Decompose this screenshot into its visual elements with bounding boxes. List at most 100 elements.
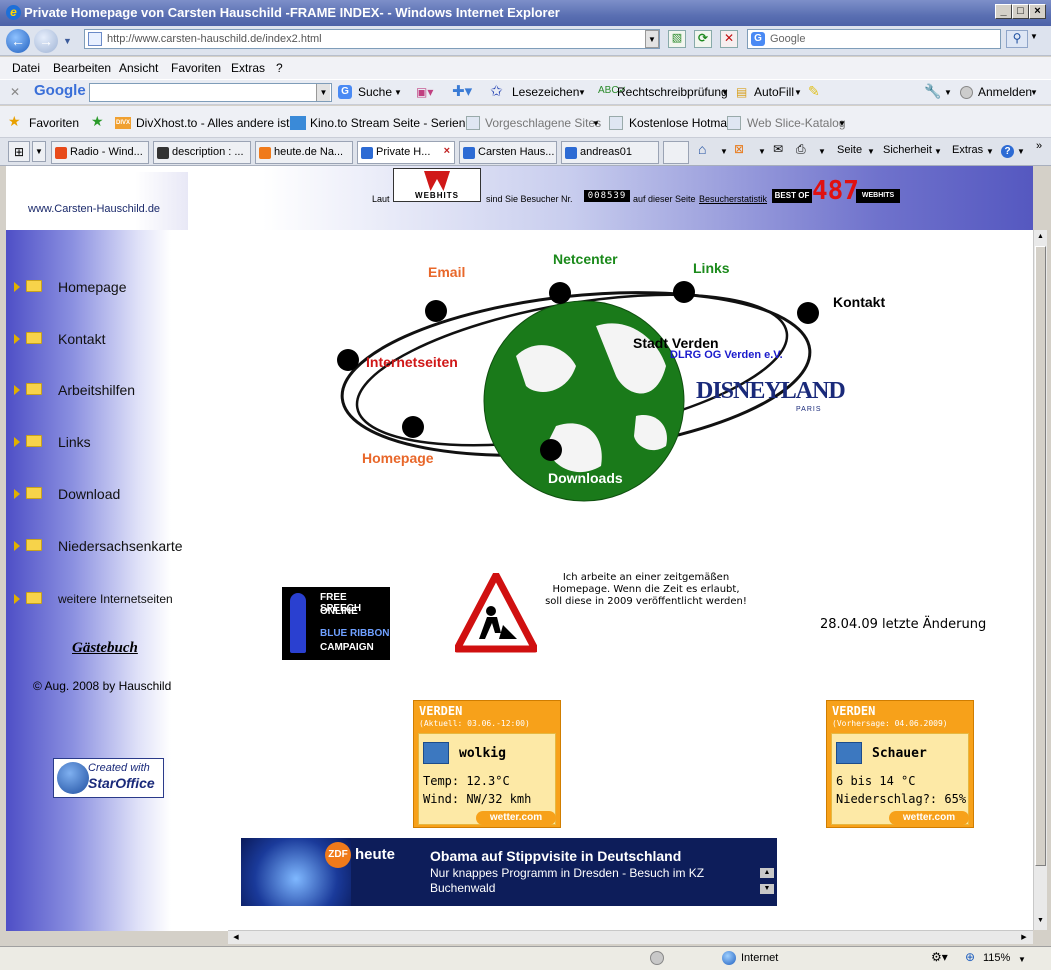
menu-datei[interactable]: Datei bbox=[12, 61, 40, 75]
new-tab-button[interactable] bbox=[663, 141, 689, 164]
autofill-dropdown-icon[interactable]: ▼ bbox=[794, 88, 802, 97]
scroll-up-icon[interactable]: ▲ bbox=[1035, 230, 1046, 244]
zoom-level[interactable]: 115% bbox=[983, 952, 1010, 964]
home-icon[interactable]: ⌂ bbox=[698, 141, 706, 157]
url-dropdown-icon[interactable]: ▼ bbox=[645, 30, 659, 48]
webhits-logo[interactable]: WEBHITS bbox=[393, 168, 481, 202]
weather-box-forecast[interactable]: VERDEN (Vorhersage: 04.06.2009) Schauer … bbox=[826, 700, 974, 828]
scroll-left-icon[interactable]: ◀ bbox=[230, 932, 242, 944]
stats-link[interactable]: Besucherstatistik bbox=[699, 194, 767, 204]
free-speech-banner[interactable]: FREE SPEECH ONLINE BLUE RIBBON CAMPAIGN bbox=[282, 587, 390, 660]
zdf-news-ticker[interactable]: ZDF heute Obama auf Stippvisite in Deuts… bbox=[241, 838, 777, 906]
menu-ansicht[interactable]: Ansicht bbox=[119, 61, 158, 75]
orbit-email-link[interactable]: Email bbox=[428, 264, 465, 280]
protected-mode-icon[interactable]: ⚙▾ bbox=[931, 950, 948, 964]
orbit-internetseiten-link[interactable]: Internetseiten bbox=[366, 354, 458, 370]
fav-suggested-sites[interactable]: Vorgeschlagene Sites bbox=[485, 116, 601, 130]
seite-menu[interactable]: Seite bbox=[837, 144, 862, 156]
nav-weitere-internetseiten[interactable]: weitere Internetseiten bbox=[14, 589, 214, 609]
minimize-button[interactable]: _ bbox=[995, 4, 1012, 19]
fav-hotmail[interactable]: Kostenlose Hotmail bbox=[629, 116, 732, 130]
orbit-dot-kontakt[interactable] bbox=[797, 302, 819, 324]
search-options-icon[interactable]: ▼ bbox=[1030, 32, 1038, 41]
lesezeichen-button[interactable]: Lesezeichen bbox=[512, 85, 579, 99]
weather-box-current[interactable]: VERDEN (Aktuell: 03.06.-12:00) wolkig Te… bbox=[413, 700, 561, 828]
help-icon[interactable]: ? bbox=[1001, 145, 1014, 158]
fav-web-slice[interactable]: Web Slice-Katalog bbox=[747, 116, 846, 130]
menu-extras[interactable]: Extras bbox=[231, 61, 265, 75]
orbit-links-link[interactable]: Links bbox=[693, 260, 730, 276]
google-suche-button[interactable]: Suche bbox=[358, 85, 392, 99]
tab-list-icon[interactable]: ▼ bbox=[32, 141, 46, 162]
menu-help[interactable]: ? bbox=[276, 61, 283, 75]
tab-heute[interactable]: heute.de Na... bbox=[255, 141, 353, 164]
web-slice-dropdown-icon[interactable]: ▼ bbox=[838, 119, 846, 128]
nav-niedersachsenkarte[interactable]: Niedersachsenkarte bbox=[14, 536, 214, 556]
best-of-badge[interactable]: BEST OF bbox=[772, 189, 812, 203]
tab-radio[interactable]: Radio - Wind... bbox=[51, 141, 149, 164]
history-dropdown-icon[interactable]: ▼ bbox=[63, 36, 72, 46]
scroll-right-icon[interactable]: ▶ bbox=[1018, 932, 1030, 944]
nav-kontakt[interactable]: Kontakt bbox=[14, 329, 214, 349]
vertical-scrollbar[interactable]: ▲ ▼ bbox=[1033, 230, 1047, 930]
close-button[interactable]: × bbox=[1029, 4, 1046, 19]
anmelden-button[interactable]: Anmelden bbox=[978, 85, 1032, 99]
print-icon[interactable]: ⎙ bbox=[796, 142, 806, 157]
tab-description[interactable]: description : ... bbox=[153, 141, 251, 164]
orbit-downloads-link[interactable]: Downloads bbox=[548, 470, 623, 486]
anmelden-dropdown-icon[interactable]: ▼ bbox=[1030, 88, 1038, 97]
seite-dropdown-icon[interactable]: ▼ bbox=[867, 147, 875, 156]
extras-menu[interactable]: Extras bbox=[952, 144, 983, 156]
menu-favoriten[interactable]: Favoriten bbox=[171, 61, 221, 75]
google-search-dropdown-icon[interactable]: ▼ bbox=[316, 84, 330, 101]
wrench-dropdown-icon[interactable]: ▼ bbox=[944, 88, 952, 97]
nav-download[interactable]: Download bbox=[14, 484, 214, 504]
url-input[interactable]: http://www.carsten-hauschild.de/index2.h… bbox=[84, 29, 660, 49]
orbit-dot-email[interactable] bbox=[425, 300, 447, 322]
forward-button[interactable]: → bbox=[34, 29, 58, 53]
tab-carsten[interactable]: Carsten Haus... bbox=[459, 141, 557, 164]
lesezeichen-dropdown-icon[interactable]: ▼ bbox=[578, 88, 586, 97]
stop-icon[interactable]: ✕ bbox=[720, 30, 738, 48]
scroll-thumb[interactable] bbox=[1035, 246, 1046, 866]
news-headline[interactable]: Obama auf Stippvisite in Deutschland bbox=[430, 848, 681, 864]
security-icon[interactable] bbox=[650, 951, 664, 965]
refresh-icon[interactable]: ⟳ bbox=[694, 30, 712, 48]
orbit-dot-links[interactable] bbox=[673, 281, 695, 303]
menu-bearbeiten[interactable]: Bearbeiten bbox=[53, 61, 111, 75]
extras-dropdown-icon[interactable]: ▼ bbox=[986, 147, 994, 156]
suche-dropdown-icon[interactable]: ▼ bbox=[394, 88, 402, 97]
staroffice-badge[interactable]: Created with StarOffice bbox=[53, 758, 164, 798]
sicherheit-dropdown-icon[interactable]: ▼ bbox=[934, 147, 942, 156]
rss-dropdown-icon[interactable]: ▼ bbox=[758, 147, 766, 156]
spellcheck-dropdown-icon[interactable]: ▼ bbox=[721, 88, 729, 97]
compatibility-icon[interactable]: ▧ bbox=[668, 30, 686, 48]
favoriten-button[interactable]: Favoriten bbox=[29, 116, 79, 130]
fav-divxhost[interactable]: DivXhost.to - Alles andere ist ... bbox=[136, 116, 303, 130]
sicherheit-menu[interactable]: Sicherheit bbox=[883, 144, 932, 156]
tab-andreas[interactable]: andreas01 bbox=[561, 141, 659, 164]
orbit-netcenter-link[interactable]: Netcenter bbox=[553, 251, 618, 267]
search-input[interactable]: G Google bbox=[747, 29, 1001, 49]
autofill-button[interactable]: AutoFill bbox=[754, 85, 794, 99]
orbit-homepage-link[interactable]: Homepage bbox=[362, 450, 434, 466]
zoom-dropdown-icon[interactable]: ▼ bbox=[1018, 955, 1026, 964]
mail-icon[interactable]: ✉ bbox=[773, 142, 783, 156]
quick-tabs-icon[interactable]: ⊞ bbox=[8, 141, 30, 162]
print-dropdown-icon[interactable]: ▼ bbox=[818, 147, 826, 156]
horizontal-scrollbar[interactable]: ◀ ▶ bbox=[228, 930, 1033, 944]
orbit-dot-downloads[interactable] bbox=[540, 439, 562, 461]
news-scroll-up-icon[interactable]: ▲ bbox=[760, 868, 774, 878]
nav-homepage[interactable]: Homepage bbox=[14, 277, 214, 297]
highlighter-icon[interactable]: ✎ bbox=[808, 83, 820, 100]
scroll-down-icon[interactable]: ▼ bbox=[1035, 914, 1046, 928]
nav-arbeitshilfen[interactable]: Arbeitshilfen bbox=[14, 380, 214, 400]
toolbar-close-icon[interactable]: ✕ bbox=[10, 85, 20, 99]
dlrg-link[interactable]: DLRG OG Verden e.V. bbox=[670, 349, 783, 361]
chevron-more-icon[interactable]: » bbox=[1036, 140, 1042, 152]
help-dropdown-icon[interactable]: ▼ bbox=[1017, 147, 1025, 156]
close-tab-icon[interactable]: × bbox=[444, 145, 450, 157]
rss-icon[interactable]: ⊠ bbox=[734, 142, 744, 156]
orbit-dot-netcenter[interactable] bbox=[549, 282, 571, 304]
plus-icon[interactable]: ✚▾ bbox=[452, 82, 472, 100]
